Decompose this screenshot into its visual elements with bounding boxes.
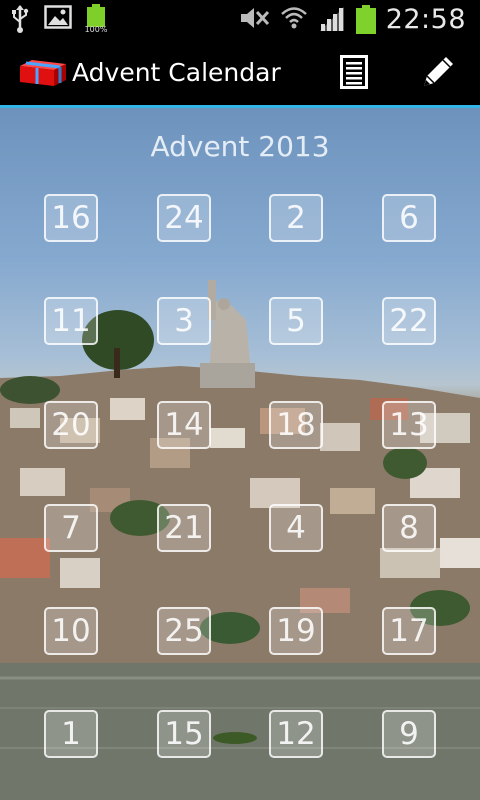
battery-icon <box>355 5 376 35</box>
calendar-title: Advent 2013 <box>150 130 330 163</box>
door-button[interactable]: 24 <box>157 194 211 242</box>
door-button[interactable]: 7 <box>44 504 98 552</box>
door-button[interactable]: 21 <box>157 504 211 552</box>
door-button[interactable]: 22 <box>382 297 436 345</box>
door-button[interactable]: 20 <box>44 401 98 449</box>
list-icon[interactable] <box>330 48 378 96</box>
door-button[interactable]: 16 <box>44 194 98 242</box>
gift-icon[interactable] <box>18 58 68 92</box>
door-button[interactable]: 15 <box>157 710 211 758</box>
door-button[interactable]: 6 <box>382 194 436 242</box>
pencil-icon[interactable] <box>414 48 462 96</box>
door-button[interactable]: 8 <box>382 504 436 552</box>
door-button[interactable]: 11 <box>44 297 98 345</box>
door-button[interactable]: 3 <box>157 297 211 345</box>
wifi-icon <box>280 5 308 35</box>
door-button[interactable]: 25 <box>157 607 211 655</box>
door-button[interactable]: 19 <box>269 607 323 655</box>
notification-icons: 100% <box>10 4 107 38</box>
door-button[interactable]: 12 <box>269 710 323 758</box>
door-button[interactable]: 14 <box>157 401 211 449</box>
door-button[interactable]: 1 <box>44 710 98 758</box>
door-button[interactable]: 4 <box>269 504 323 552</box>
door-button[interactable]: 10 <box>44 607 98 655</box>
image-icon <box>44 4 72 34</box>
door-button[interactable]: 9 <box>382 710 436 758</box>
door-button[interactable]: 5 <box>269 297 323 345</box>
usb-icon <box>10 4 30 38</box>
door-button[interactable]: 13 <box>382 401 436 449</box>
action-bar: Advent Calendar <box>0 38 480 108</box>
battery-icon: 100% <box>85 4 107 34</box>
signal-icon <box>318 4 346 36</box>
battery-percent: 100% <box>84 25 108 34</box>
clock: 22:58 <box>385 4 466 35</box>
app-title: Advent Calendar <box>72 58 281 87</box>
door-button[interactable]: 17 <box>382 607 436 655</box>
mute-icon <box>238 5 270 35</box>
calendar-view: Advent 2013 16 24 2 6 11 3 5 22 20 14 18… <box>0 108 480 800</box>
door-button[interactable]: 2 <box>269 194 323 242</box>
status-bar: 100% 22:58 <box>0 0 480 38</box>
door-button[interactable]: 18 <box>269 401 323 449</box>
